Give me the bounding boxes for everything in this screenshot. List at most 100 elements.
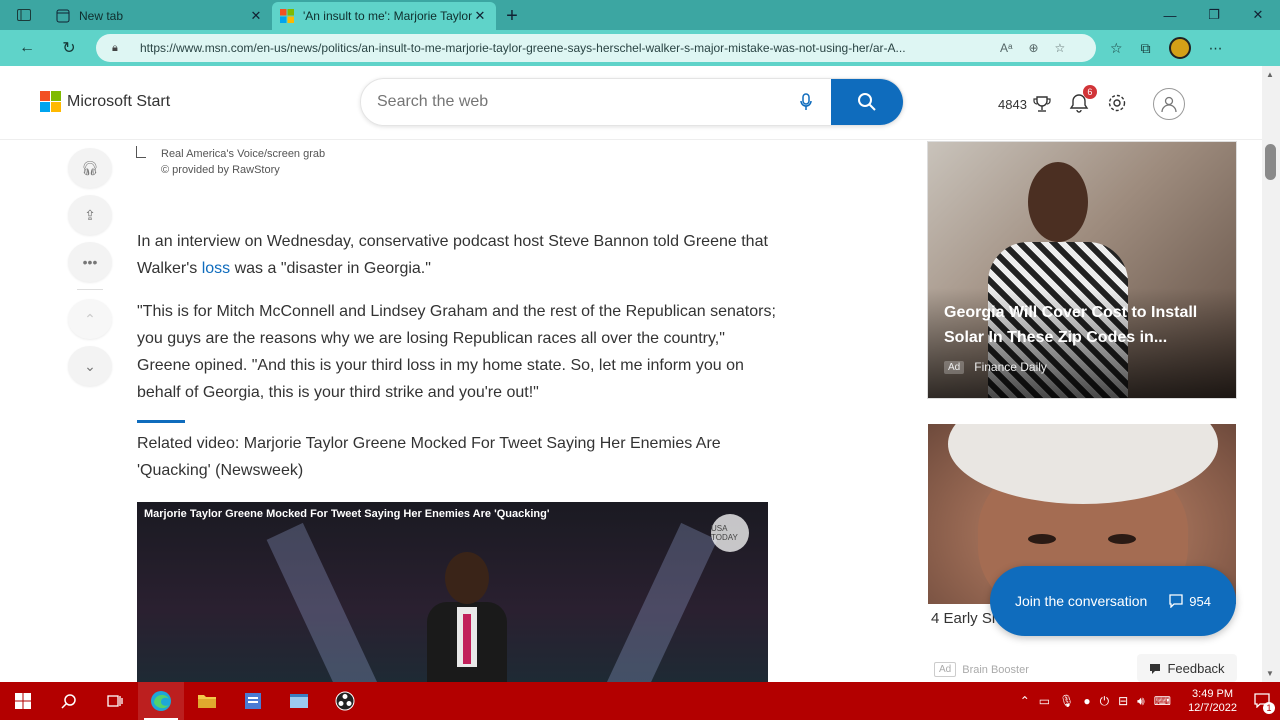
notification-badge: 6 <box>1082 84 1097 99</box>
article-body: In an interview on Wednesday, conservati… <box>137 228 777 422</box>
credit-provider: © provided by RawStory <box>161 164 280 176</box>
usa-today-logo: USA TODAY <box>711 514 749 552</box>
location-tray-icon[interactable]: ● <box>1083 694 1090 708</box>
zoom-icon[interactable]: ⊕ <box>1028 41 1038 55</box>
tray-app-icon[interactable]: ▭ <box>1039 694 1050 708</box>
ad-card-solar[interactable]: Georgia Will Cover Cost to Install Solar… <box>927 141 1237 399</box>
task-view-icon[interactable] <box>92 682 138 720</box>
more-options-icon[interactable]: ••• <box>68 242 112 282</box>
new-tab-favicon-icon <box>56 9 70 23</box>
tray-overflow-chevron-icon[interactable]: ⌃ <box>1020 694 1030 708</box>
join-label: Join the conversation <box>1014 593 1148 609</box>
rewards-points[interactable]: 4843 <box>998 95 1051 113</box>
feedback-button[interactable]: Feedback <box>1137 654 1237 682</box>
msn-header: Microsoft Start 4843 6 <box>0 66 1262 140</box>
search-input[interactable] <box>361 79 781 125</box>
file-explorer-icon[interactable] <box>184 682 230 720</box>
listen-headphones-icon[interactable]: 🎧︎ <box>68 148 112 188</box>
microphone-icon[interactable] <box>781 93 831 111</box>
video-thumbnail-person <box>427 552 507 682</box>
settings-gear-icon[interactable] <box>1107 93 1127 116</box>
clock-date: 12/7/2022 <box>1188 702 1237 714</box>
back-arrow-icon[interactable]: ← <box>6 30 48 66</box>
ad-badge: Ad <box>934 662 957 677</box>
tab-new-tab[interactable]: New tab ✕ <box>48 2 272 30</box>
ad-badge: Ad <box>944 360 965 374</box>
video-player[interactable]: Marjorie Taylor Greene Mocked For Tweet … <box>137 502 768 682</box>
scroll-down-arrow-icon[interactable]: ▼ <box>1266 669 1274 678</box>
related-accent-bar <box>137 420 185 423</box>
microsoft-start-logo[interactable]: Microsoft Start <box>40 91 170 112</box>
ad-caption[interactable]: 4 Early Si <box>931 610 995 627</box>
trophy-icon <box>1033 96 1051 112</box>
app-window-icon[interactable] <box>276 682 322 720</box>
close-tab-icon[interactable]: ✕ <box>248 8 264 24</box>
search-icon <box>858 93 876 111</box>
msn-favicon-icon <box>280 9 294 23</box>
action-center-icon[interactable]: 1 <box>1254 692 1275 714</box>
taskbar-search-icon[interactable] <box>46 682 92 720</box>
window-controls: — ❐ ✕ <box>1148 0 1280 30</box>
tab-actions-icon[interactable] <box>0 0 48 30</box>
power-tray-icon[interactable]: ⏻ <box>1100 694 1110 709</box>
user-profile-icon[interactable] <box>1152 88 1185 120</box>
volume-tray-icon[interactable]: 🔊︎ <box>1137 694 1145 709</box>
loss-link[interactable]: loss <box>202 260 230 277</box>
new-tab-button[interactable]: + <box>496 2 528 30</box>
action-center-badge: 1 <box>1263 701 1275 714</box>
video-title: Marjorie Taylor Greene Mocked For Tweet … <box>144 508 550 520</box>
browser-toolbar: ← ↻ 🔒︎ https://www.msn.com/en-us/news/po… <box>0 30 1280 66</box>
points-value: 4843 <box>998 96 1027 112</box>
screen: New tab ✕ 'An insult to me': Marjorie Ta… <box>0 0 1280 720</box>
windows-start-icon[interactable] <box>0 682 46 720</box>
scroll-up-chevron-icon[interactable]: ⌃ <box>68 299 112 339</box>
language-tray-icon[interactable]: ⌨ <box>1154 694 1171 708</box>
read-aloud-icon[interactable]: Aᵃ <box>1000 41 1012 55</box>
minimize-icon[interactable]: — <box>1148 0 1192 30</box>
windows-taskbar: ⌃ ▭ 🎙︎ ● ⏻ ⊟ 🔊︎ ⌨ 3:49 PM 12/7/2022 1 <box>0 682 1280 720</box>
word-app-icon[interactable] <box>230 682 276 720</box>
restore-icon[interactable]: ❐ <box>1192 0 1236 30</box>
search-button[interactable] <box>831 79 903 125</box>
scroll-down-chevron-icon[interactable]: ⌄ <box>68 346 112 386</box>
notifications-bell-icon[interactable]: 6 <box>1069 84 1097 116</box>
article-action-rail: 🎧︎ ⇪ ••• ⌃ ⌄ <box>68 148 112 393</box>
mic-tray-icon[interactable]: 🎙︎ <box>1059 694 1074 708</box>
obs-recorder-icon[interactable] <box>322 682 368 720</box>
brand-name: Microsoft Start <box>67 92 171 110</box>
page-scrollbar[interactable]: ▲ ▼ <box>1262 66 1280 682</box>
close-window-icon[interactable]: ✕ <box>1236 0 1280 30</box>
collections-icon[interactable]: ⧉ <box>1141 40 1151 57</box>
toolbar-right-icons: ☆ ⧉ ⋯ <box>1110 30 1223 66</box>
network-tray-icon[interactable]: ⊟ <box>1118 694 1128 708</box>
share-icon[interactable]: ⇪ <box>68 195 112 235</box>
related-video-heading[interactable]: Related video: Marjorie Taylor Greene Mo… <box>137 430 777 484</box>
join-conversation-button[interactable]: Join the conversation 954 <box>990 566 1236 636</box>
more-menu-icon[interactable]: ⋯ <box>1209 40 1223 57</box>
taskbar-clock[interactable]: 3:49 PM 12/7/2022 <box>1188 687 1237 715</box>
microsoft-logo-icon <box>40 91 61 112</box>
comment-bubble-icon <box>1169 594 1183 608</box>
url-text: https://www.msn.com/en-us/news/politics/… <box>140 41 906 55</box>
close-tab-icon[interactable]: ✕ <box>472 8 488 24</box>
tab-title: New tab <box>79 9 124 23</box>
favorites-icon[interactable]: ☆ <box>1110 40 1123 57</box>
caption-bracket <box>136 146 146 158</box>
tab-article[interactable]: 'An insult to me': Marjorie Taylor ✕ <box>272 2 496 30</box>
header-actions: 4843 6 <box>998 84 1185 120</box>
feedback-icon <box>1150 664 1161 674</box>
ad-source-row: Ad Brain Booster <box>934 662 1029 677</box>
address-bar[interactable]: 🔒︎ https://www.msn.com/en-us/news/politi… <box>96 34 1096 62</box>
scroll-up-arrow-icon[interactable]: ▲ <box>1266 70 1274 79</box>
system-tray: ⌃ ▭ 🎙︎ ● ⏻ ⊟ 🔊︎ ⌨ 3:49 PM 12/7/2022 1 <box>1020 687 1280 715</box>
refresh-icon[interactable]: ↻ <box>48 30 90 66</box>
scrollbar-thumb[interactable] <box>1265 144 1276 180</box>
tab-title: 'An insult to me': Marjorie Taylor <box>303 9 472 23</box>
paragraph: "This is for Mitch McConnell and Lindsey… <box>137 303 776 401</box>
edge-browser-icon[interactable] <box>138 682 184 720</box>
ad-source: Finance Daily <box>974 360 1047 374</box>
ad-source: Brain Booster <box>962 663 1029 676</box>
profile-avatar[interactable] <box>1168 37 1191 59</box>
favorite-star-icon[interactable]: ☆ <box>1055 41 1066 55</box>
image-credit: Real America's Voice/screen grab © provi… <box>136 146 325 178</box>
